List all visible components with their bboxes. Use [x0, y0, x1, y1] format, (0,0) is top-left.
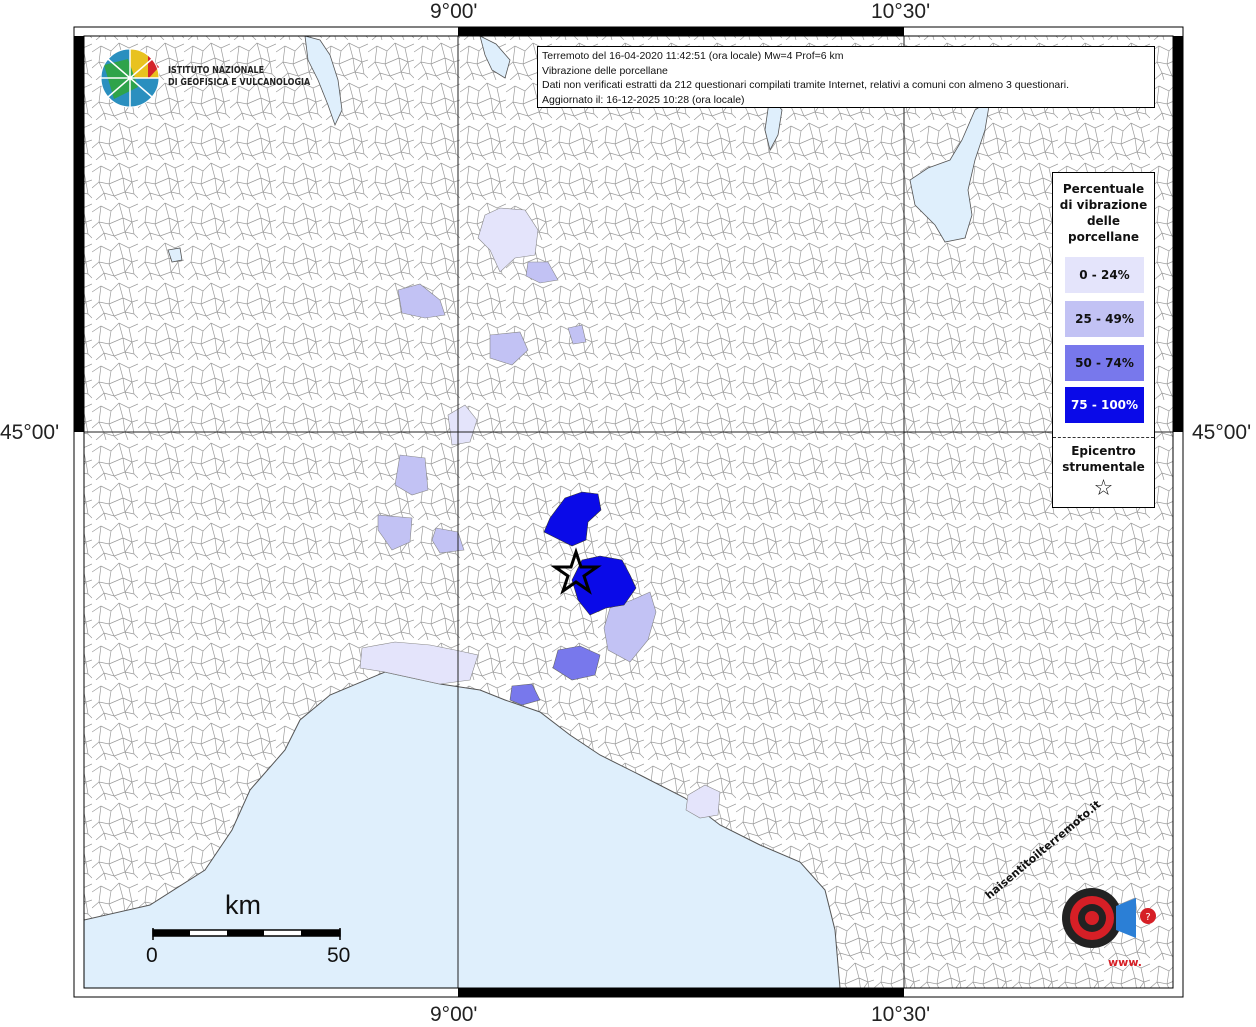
scale-bar: km 0 50	[145, 890, 365, 970]
epicenter-legend-label: Epicentro strumentale	[1062, 444, 1145, 474]
ingv-logo: ISTITUTO NAZIONALE DI GEOFISICA E VULCAN…	[98, 47, 318, 109]
event-info-line: Aggiornato il: 16-12-2025 10:28 (ora loc…	[542, 93, 745, 106]
event-info-line: Terremoto del 16-04-2020 11:42:51 (ora l…	[542, 50, 844, 62]
ingv-globe-icon	[100, 48, 160, 108]
epicenter-legend-star-icon: ☆	[1093, 476, 1114, 501]
lon-label-bottom-right: 10°30'	[871, 1003, 931, 1026]
legend-item: 25 - 49%	[1065, 301, 1144, 337]
legend-item: 0 - 24%	[1065, 257, 1144, 293]
legend-separator	[1053, 437, 1154, 438]
ingv-logo-text: ISTITUTO NAZIONALE DI GEOFISICA E VULCAN…	[168, 65, 311, 88]
event-info-line: Dati non verificati estratti da 212 ques…	[542, 79, 1070, 91]
lon-label-bottom-left: 9°00'	[430, 1003, 478, 1026]
scale-unit: km	[225, 890, 261, 920]
legend: Percentuale di vibrazione delle porcella…	[1052, 172, 1155, 508]
svg-text:?: ?	[1145, 912, 1150, 923]
event-info-line: Vibrazione delle porcellane	[542, 64, 668, 77]
haisentito-url-text: www.	[1108, 956, 1142, 969]
event-info-box: Terremoto del 16-04-2020 11:42:51 (ora l…	[537, 46, 1155, 108]
scale-min: 0	[146, 944, 158, 967]
lon-label-top-right: 10°30'	[871, 0, 931, 23]
legend-item: 50 - 74%	[1065, 345, 1144, 381]
lat-label-left: 45°00'	[0, 421, 60, 444]
legend-item: 75 - 100%	[1065, 387, 1144, 423]
lat-label-right: 45°00'	[1192, 421, 1252, 444]
legend-title: Percentuale di vibrazione delle porcella…	[1059, 182, 1148, 244]
lon-label-top-left: 9°00'	[430, 0, 478, 23]
haisentito-logo: ? haisentitoilterremoto.it www.	[983, 798, 1166, 978]
scale-max: 50	[327, 944, 351, 967]
haisentito-logo-graphic: ?	[1062, 888, 1156, 948]
